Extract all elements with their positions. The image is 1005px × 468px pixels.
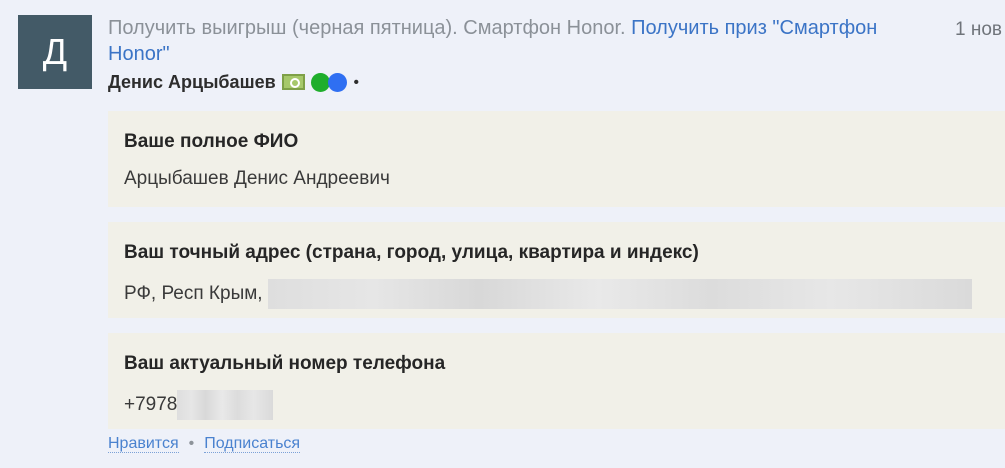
author-line: Денис Арцыбашев • [108,69,359,95]
field-value: РФ, Респ Крым, [124,283,268,305]
field-label: Ваш актуальный номер телефона [124,353,446,374]
field-value-row: +7978 [124,390,274,420]
blue-circle-icon [327,72,347,92]
footer-separator: • [188,435,195,452]
bullet-separator: • [353,73,359,91]
field-card-address: Ваш точный адрес (страна, город, улица, … [108,222,1005,318]
field-card-phone: Ваш актуальный номер телефона +7978 [108,333,1005,429]
redacted-blur [177,390,274,420]
timestamp: 1 нов [955,19,1002,40]
field-card-name: Ваше полное ФИО Арцыбашев Денис Андрееви… [108,111,1005,207]
field-value: +7978 [124,394,178,416]
avatar[interactable]: Д [18,15,92,89]
redacted-blur [267,279,972,309]
like-link[interactable]: Нравится [108,435,179,453]
post-actions: Нравится • Подписаться [108,434,301,454]
green-circle-icon [310,72,330,92]
field-value: Арцыбашев Денис Андреевич [124,168,390,189]
post-headline: Получить выигрыш (черная пятница). Смарт… [108,15,938,67]
headline-text: Получить выигрыш (черная пятница). Смарт… [108,17,632,39]
field-label: Ваше полное ФИО [124,131,299,152]
field-label: Ваш точный адрес (страна, город, улица, … [124,242,699,263]
money-icon [281,74,305,90]
field-value-row: РФ, Респ Крым, [124,279,972,309]
author-name[interactable]: Денис Арцыбашев [108,72,276,93]
subscribe-link[interactable]: Подписаться [204,435,301,453]
